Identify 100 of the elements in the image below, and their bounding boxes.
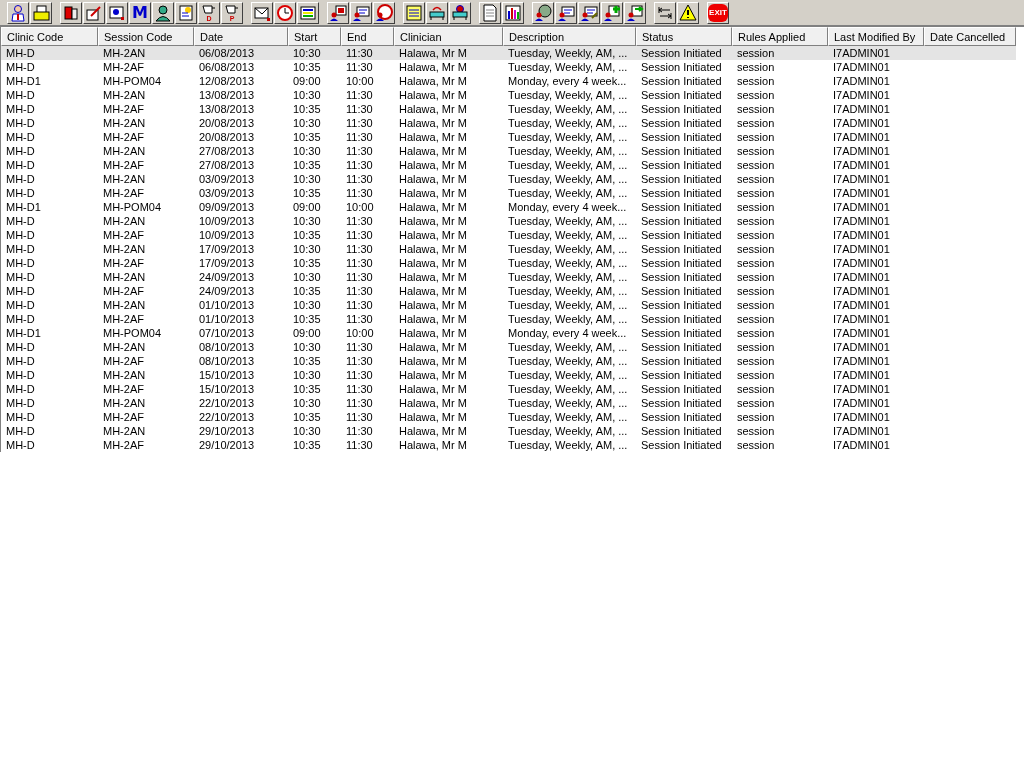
table-cell-text: 09:00 xyxy=(292,75,322,87)
table-cell-text: MH-2AN xyxy=(102,397,147,409)
bar-chart-button[interactable] xyxy=(502,1,524,24)
column-header[interactable]: Start xyxy=(288,27,341,46)
note-button[interactable] xyxy=(175,1,197,24)
bed-person-button[interactable] xyxy=(449,1,471,24)
screen-button[interactable] xyxy=(297,1,319,24)
table-row[interactable]: MH-D MH-2AF 24/09/2013 10:35 11:30 Halawa, Mr M Tuesday, Weekly, AM, ... Session Initiated session I7ADMIN01 xyxy=(1,284,1016,298)
table-cell-text: session xyxy=(736,131,776,143)
table-cell-text: MH-2AF xyxy=(102,159,145,171)
table-cell-text: session xyxy=(736,397,776,409)
table-row[interactable]: MH-D MH-2AN 20/08/2013 10:30 11:30 Halawa, Mr M Tuesday, Weekly, AM, ... Session Initiated session I7ADMIN01 xyxy=(1,116,1016,130)
table-row[interactable]: MH-D MH-2AF 03/09/2013 10:35 11:30 Halawa, Mr M Tuesday, Weekly, AM, ... Session Initiated session I7ADMIN01 xyxy=(1,186,1016,200)
person-form-button[interactable] xyxy=(555,1,577,24)
table-cell-text: session xyxy=(736,355,776,367)
column-header[interactable]: Date Cancelled xyxy=(924,27,1016,46)
column-header[interactable]: Date xyxy=(194,27,288,46)
page-button[interactable] xyxy=(479,1,501,24)
column-header[interactable]: End xyxy=(341,27,394,46)
table-row[interactable]: MH-D1 MH-POM04 07/10/2013 09:00 10:00 Halawa, Mr M Monday, every 4 week... Session Initiated session I7ADMIN01 xyxy=(1,326,1016,340)
table-row[interactable]: MH-D1 MH-POM04 09/09/2013 09:00 10:00 Halawa, Mr M Monday, every 4 week... Session Initiated session I7ADMIN01 xyxy=(1,200,1016,214)
table-cell-text: MH-D xyxy=(5,285,36,297)
table-cell-text: 10:30 xyxy=(292,117,322,129)
person-globe-button[interactable] xyxy=(532,1,554,24)
person-monitor-button[interactable] xyxy=(327,1,349,24)
table-cell-text: MH-D xyxy=(5,215,36,227)
table-cell-text: MH-D xyxy=(5,47,36,59)
table-cell-text: I7ADMIN01 xyxy=(832,61,891,73)
table-cell-text: 11:30 xyxy=(345,299,374,311)
doctor-button[interactable] xyxy=(7,1,29,24)
table-cell-text: MH-2AN xyxy=(102,271,147,283)
table-row[interactable]: MH-D MH-2AF 29/10/2013 10:35 11:30 Halawa, Mr M Tuesday, Weekly, AM, ... Session Initiated session I7ADMIN01 xyxy=(1,438,1016,452)
table-cell-text: 11:30 xyxy=(345,257,374,269)
table-row[interactable]: MH-D MH-2AF 13/08/2013 10:35 11:30 Halawa, Mr M Tuesday, Weekly, AM, ... Session Initiated session I7ADMIN01 xyxy=(1,102,1016,116)
column-header[interactable]: Rules Applied xyxy=(732,27,828,46)
arrows-button[interactable] xyxy=(654,1,676,24)
table-row[interactable]: MH-D MH-2AF 17/09/2013 10:35 11:30 Halawa, Mr M Tuesday, Weekly, AM, ... Session Initiated session I7ADMIN01 xyxy=(1,256,1016,270)
table-row[interactable]: MH-D MH-2AN 27/08/2013 10:30 11:30 Halawa, Mr M Tuesday, Weekly, AM, ... Session Initiated session I7ADMIN01 xyxy=(1,144,1016,158)
table-row[interactable]: MH-D MH-2AN 29/10/2013 10:30 11:30 Halawa, Mr M Tuesday, Weekly, AM, ... Session Initiated session I7ADMIN01 xyxy=(1,424,1016,438)
column-header[interactable]: Last Modified By xyxy=(828,27,924,46)
printer-button[interactable] xyxy=(30,1,52,24)
table-cell-text: Monday, every 4 week... xyxy=(507,201,628,213)
table-cell-text: Halawa, Mr M xyxy=(398,299,468,311)
table-cell-text: I7ADMIN01 xyxy=(832,131,891,143)
table-row[interactable]: MH-D MH-2AN 06/08/2013 10:30 11:30 Halawa, Mr M Tuesday, Weekly, AM, ... Session Initiated session I7ADMIN01 xyxy=(1,46,1016,60)
person-transfer-button[interactable] xyxy=(624,1,646,24)
table-cell-text: MH-D xyxy=(5,117,36,129)
column-header[interactable]: Session Code xyxy=(98,27,194,46)
table-cell-text: 11:30 xyxy=(345,103,374,115)
table-row[interactable]: MH-D MH-2AF 15/10/2013 10:35 11:30 Halawa, Mr M Tuesday, Weekly, AM, ... Session Initiated session I7ADMIN01 xyxy=(1,382,1016,396)
table-cell-text: Session Initiated xyxy=(640,187,723,199)
person-plus-button[interactable] xyxy=(601,1,623,24)
table-cell-text: session xyxy=(736,299,776,311)
person-card-button[interactable] xyxy=(350,1,372,24)
person-sign-button[interactable] xyxy=(578,1,600,24)
table-row[interactable]: MH-D MH-2AN 08/10/2013 10:30 11:30 Halawa, Mr M Tuesday, Weekly, AM, ... Session Initiated session I7ADMIN01 xyxy=(1,340,1016,354)
table-cell-text: 10:30 xyxy=(292,299,322,311)
envelope-button[interactable] xyxy=(251,1,273,24)
table-row[interactable]: MH-D MH-2AN 24/09/2013 10:30 11:30 Halawa, Mr M Tuesday, Weekly, AM, ... Session Initiated session I7ADMIN01 xyxy=(1,270,1016,284)
person-disc-button[interactable] xyxy=(373,1,395,24)
column-header[interactable]: Description xyxy=(503,27,636,46)
book-button[interactable] xyxy=(60,1,82,24)
table-row[interactable]: MH-D MH-2AN 10/09/2013 10:30 11:30 Halawa, Mr M Tuesday, Weekly, AM, ... Session Initiated session I7ADMIN01 xyxy=(1,214,1016,228)
table-row[interactable]: MH-D MH-2AF 27/08/2013 10:35 11:30 Halawa, Mr M Tuesday, Weekly, AM, ... Session Initiated session I7ADMIN01 xyxy=(1,158,1016,172)
table-cell-text: Session Initiated xyxy=(640,299,723,311)
table-row[interactable]: MH-D MH-2AF 01/10/2013 10:35 11:30 Halawa, Mr M Tuesday, Weekly, AM, ... Session Initiated session I7ADMIN01 xyxy=(1,312,1016,326)
document-button[interactable] xyxy=(106,1,128,24)
table-row[interactable]: MH-D MH-2AN 01/10/2013 10:30 11:30 Halawa, Mr M Tuesday, Weekly, AM, ... Session Initiated session I7ADMIN01 xyxy=(1,298,1016,312)
table-cell-text: 10/09/2013 xyxy=(198,215,256,227)
table-row[interactable]: MH-D MH-2AF 06/08/2013 10:35 11:30 Halawa, Mr M Tuesday, Weekly, AM, ... Session Initiated session I7ADMIN01 xyxy=(1,60,1016,74)
note-icon xyxy=(177,3,195,22)
column-header[interactable]: Clinician xyxy=(394,27,503,46)
table-cell-text: Halawa, Mr M xyxy=(398,117,468,129)
list-button[interactable] xyxy=(403,1,425,24)
exit-sign-button[interactable]: EXIT xyxy=(707,1,729,24)
table-cell-text: Session Initiated xyxy=(640,159,723,171)
table-cell-text: Halawa, Mr M xyxy=(398,75,468,87)
column-header[interactable]: Clinic Code xyxy=(1,27,98,46)
table-cell-text: Session Initiated xyxy=(640,103,723,115)
clock-button[interactable] xyxy=(274,1,296,24)
column-header[interactable]: Status xyxy=(636,27,732,46)
table-row[interactable]: MH-D MH-2AN 17/09/2013 10:30 11:30 Halawa, Mr M Tuesday, Weekly, AM, ... Session Initiated session I7ADMIN01 xyxy=(1,242,1016,256)
table-row[interactable]: MH-D MH-2AF 10/09/2013 10:35 11:30 Halawa, Mr M Tuesday, Weekly, AM, ... Session Initiated session I7ADMIN01 xyxy=(1,228,1016,242)
table-row[interactable]: MH-D MH-2AF 08/10/2013 10:35 11:30 Halawa, Mr M Tuesday, Weekly, AM, ... Session Initiated session I7ADMIN01 xyxy=(1,354,1016,368)
table-row[interactable]: MH-D MH-2AF 22/10/2013 10:35 11:30 Halawa, Mr M Tuesday, Weekly, AM, ... Session Initiated session I7ADMIN01 xyxy=(1,410,1016,424)
warning-button[interactable] xyxy=(677,1,699,24)
table-cell-text: 11:30 xyxy=(345,271,374,283)
table-cell-text: 11:30 xyxy=(345,173,374,185)
table-cell-text: MH-D xyxy=(5,355,36,367)
pen-paper-button[interactable] xyxy=(83,1,105,24)
table-row[interactable]: MH-D MH-2AN 03/09/2013 10:30 11:30 Halawa, Mr M Tuesday, Weekly, AM, ... Session Initiated session I7ADMIN01 xyxy=(1,172,1016,186)
table-row[interactable]: MH-D MH-2AN 13/08/2013 10:30 11:30 Halawa, Mr M Tuesday, Weekly, AM, ... Session Initiated session I7ADMIN01 xyxy=(1,88,1016,102)
table-row[interactable]: MH-D MH-2AN 15/10/2013 10:30 11:30 Halawa, Mr M Tuesday, Weekly, AM, ... Session Initiated session I7ADMIN01 xyxy=(1,368,1016,382)
table-row[interactable]: MH-D MH-2AN 22/10/2013 10:30 11:30 Halawa, Mr M Tuesday, Weekly, AM, ... Session Initiated session I7ADMIN01 xyxy=(1,396,1016,410)
table-row[interactable]: MH-D MH-2AF 20/08/2013 10:35 11:30 Halawa, Mr M Tuesday, Weekly, AM, ... Session Initiated session I7ADMIN01 xyxy=(1,130,1016,144)
table-cell-text: Session Initiated xyxy=(640,411,723,423)
table-cell-text: I7ADMIN01 xyxy=(832,75,891,87)
table-cell-text: 24/09/2013 xyxy=(198,271,256,283)
bed-button[interactable] xyxy=(426,1,448,24)
table-row[interactable]: MH-D1 MH-POM04 12/08/2013 09:00 10:00 Halawa, Mr M Monday, every 4 week... Session Initiated session I7ADMIN01 xyxy=(1,74,1016,88)
